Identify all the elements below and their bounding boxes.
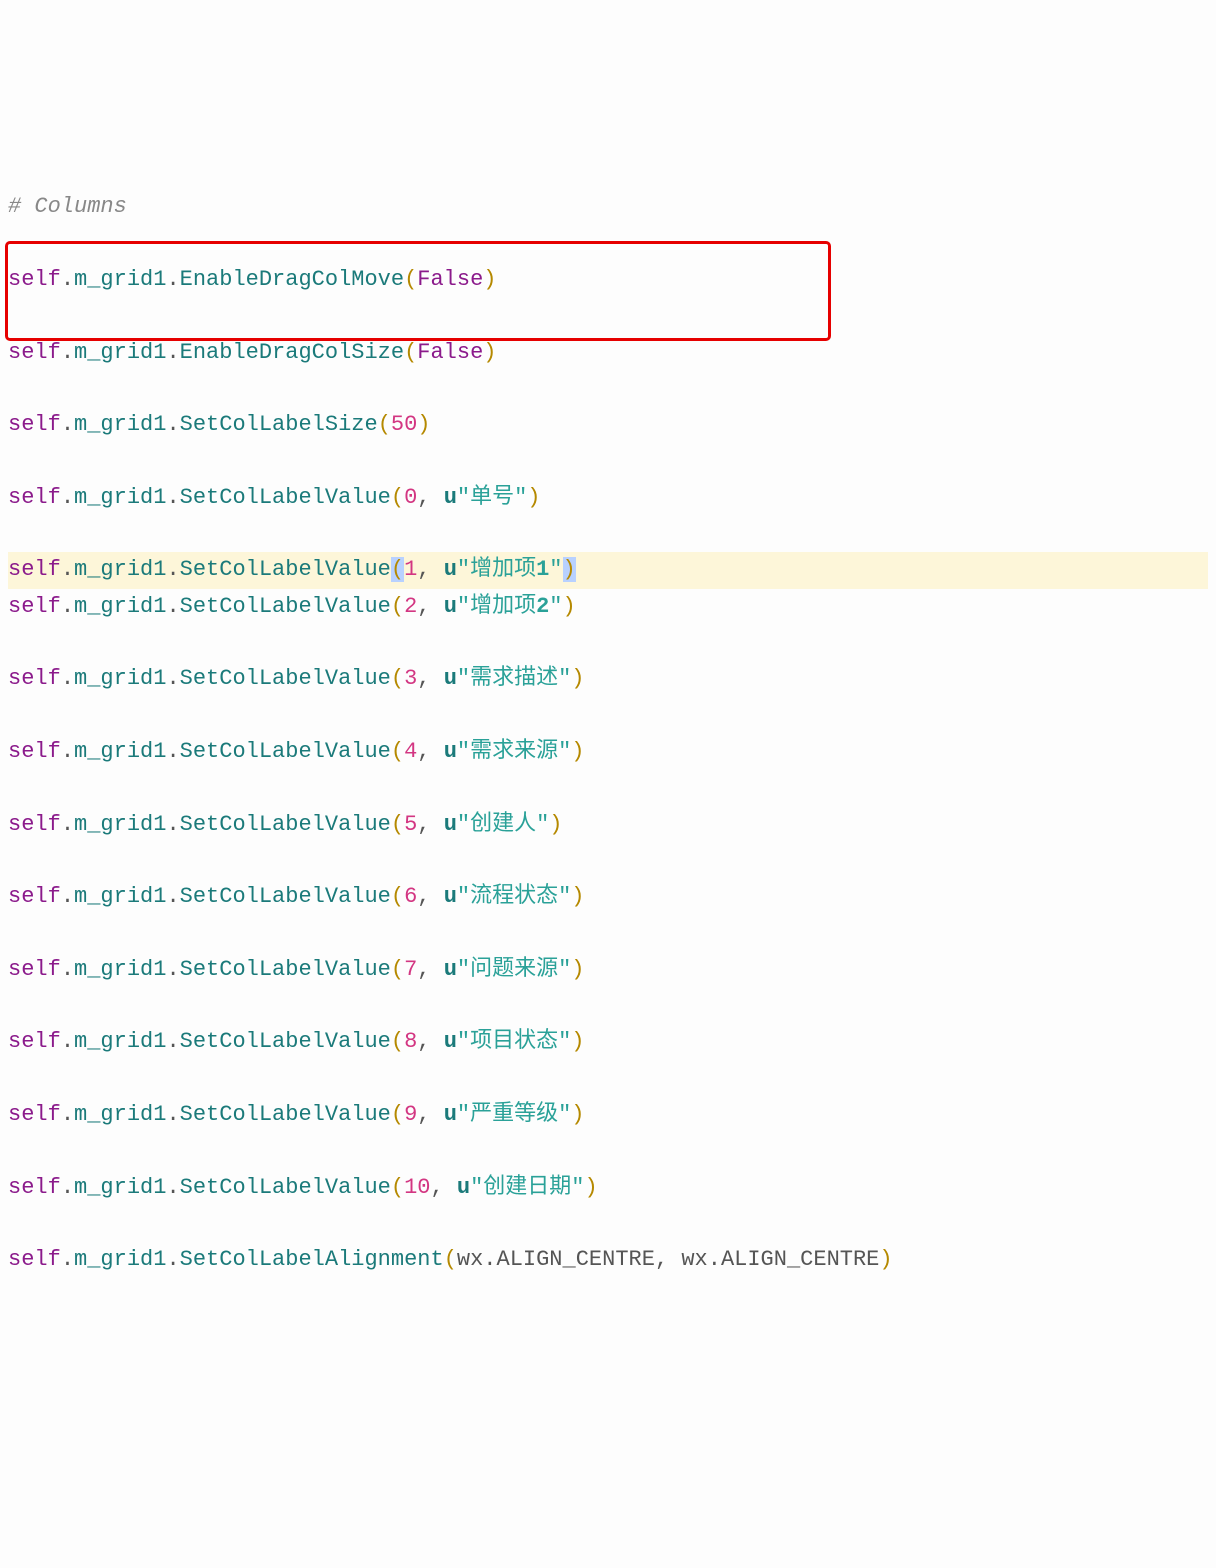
line-set-col-label-size: self.m_grid1.SetColLabelSize(50) [8, 407, 1208, 443]
line-label-9: self.m_grid1.SetColLabelValue(9, u"严重等级"… [8, 1097, 1208, 1133]
line-label-4: self.m_grid1.SetColLabelValue(4, u"需求来源"… [8, 734, 1208, 770]
line-comment: # Columns [8, 189, 1208, 225]
line-label-0: self.m_grid1.SetColLabelValue(0, u"单号") [8, 480, 1208, 516]
line-label-3: self.m_grid1.SetColLabelValue(3, u"需求描述"… [8, 661, 1208, 697]
line-label-1-highlighted: self.m_grid1.SetColLabelValue(1, u"增加项1"… [8, 552, 1208, 588]
line-label-8: self.m_grid1.SetColLabelValue(8, u"项目状态"… [8, 1024, 1208, 1060]
line-label-7: self.m_grid1.SetColLabelValue(7, u"问题来源"… [8, 952, 1208, 988]
code-block: # Columns self.m_grid1.EnableDragColMove… [8, 153, 1208, 1315]
line-label-5: self.m_grid1.SetColLabelValue(5, u"创建人") [8, 807, 1208, 843]
selected-close-paren: ) [563, 557, 576, 582]
selected-open-paren: ( [391, 557, 404, 582]
line-label-6: self.m_grid1.SetColLabelValue(6, u"流程状态"… [8, 879, 1208, 915]
line-label-2: self.m_grid1.SetColLabelValue(2, u"增加项2"… [8, 589, 1208, 625]
line-enable-drag-col-move: self.m_grid1.EnableDragColMove(False) [8, 262, 1208, 298]
comment: # Columns [8, 194, 127, 219]
line-enable-drag-col-size: self.m_grid1.EnableDragColSize(False) [8, 335, 1208, 371]
line-set-col-label-alignment: self.m_grid1.SetColLabelAlignment(wx.ALI… [8, 1242, 1208, 1278]
line-label-10: self.m_grid1.SetColLabelValue(10, u"创建日期… [8, 1170, 1208, 1206]
